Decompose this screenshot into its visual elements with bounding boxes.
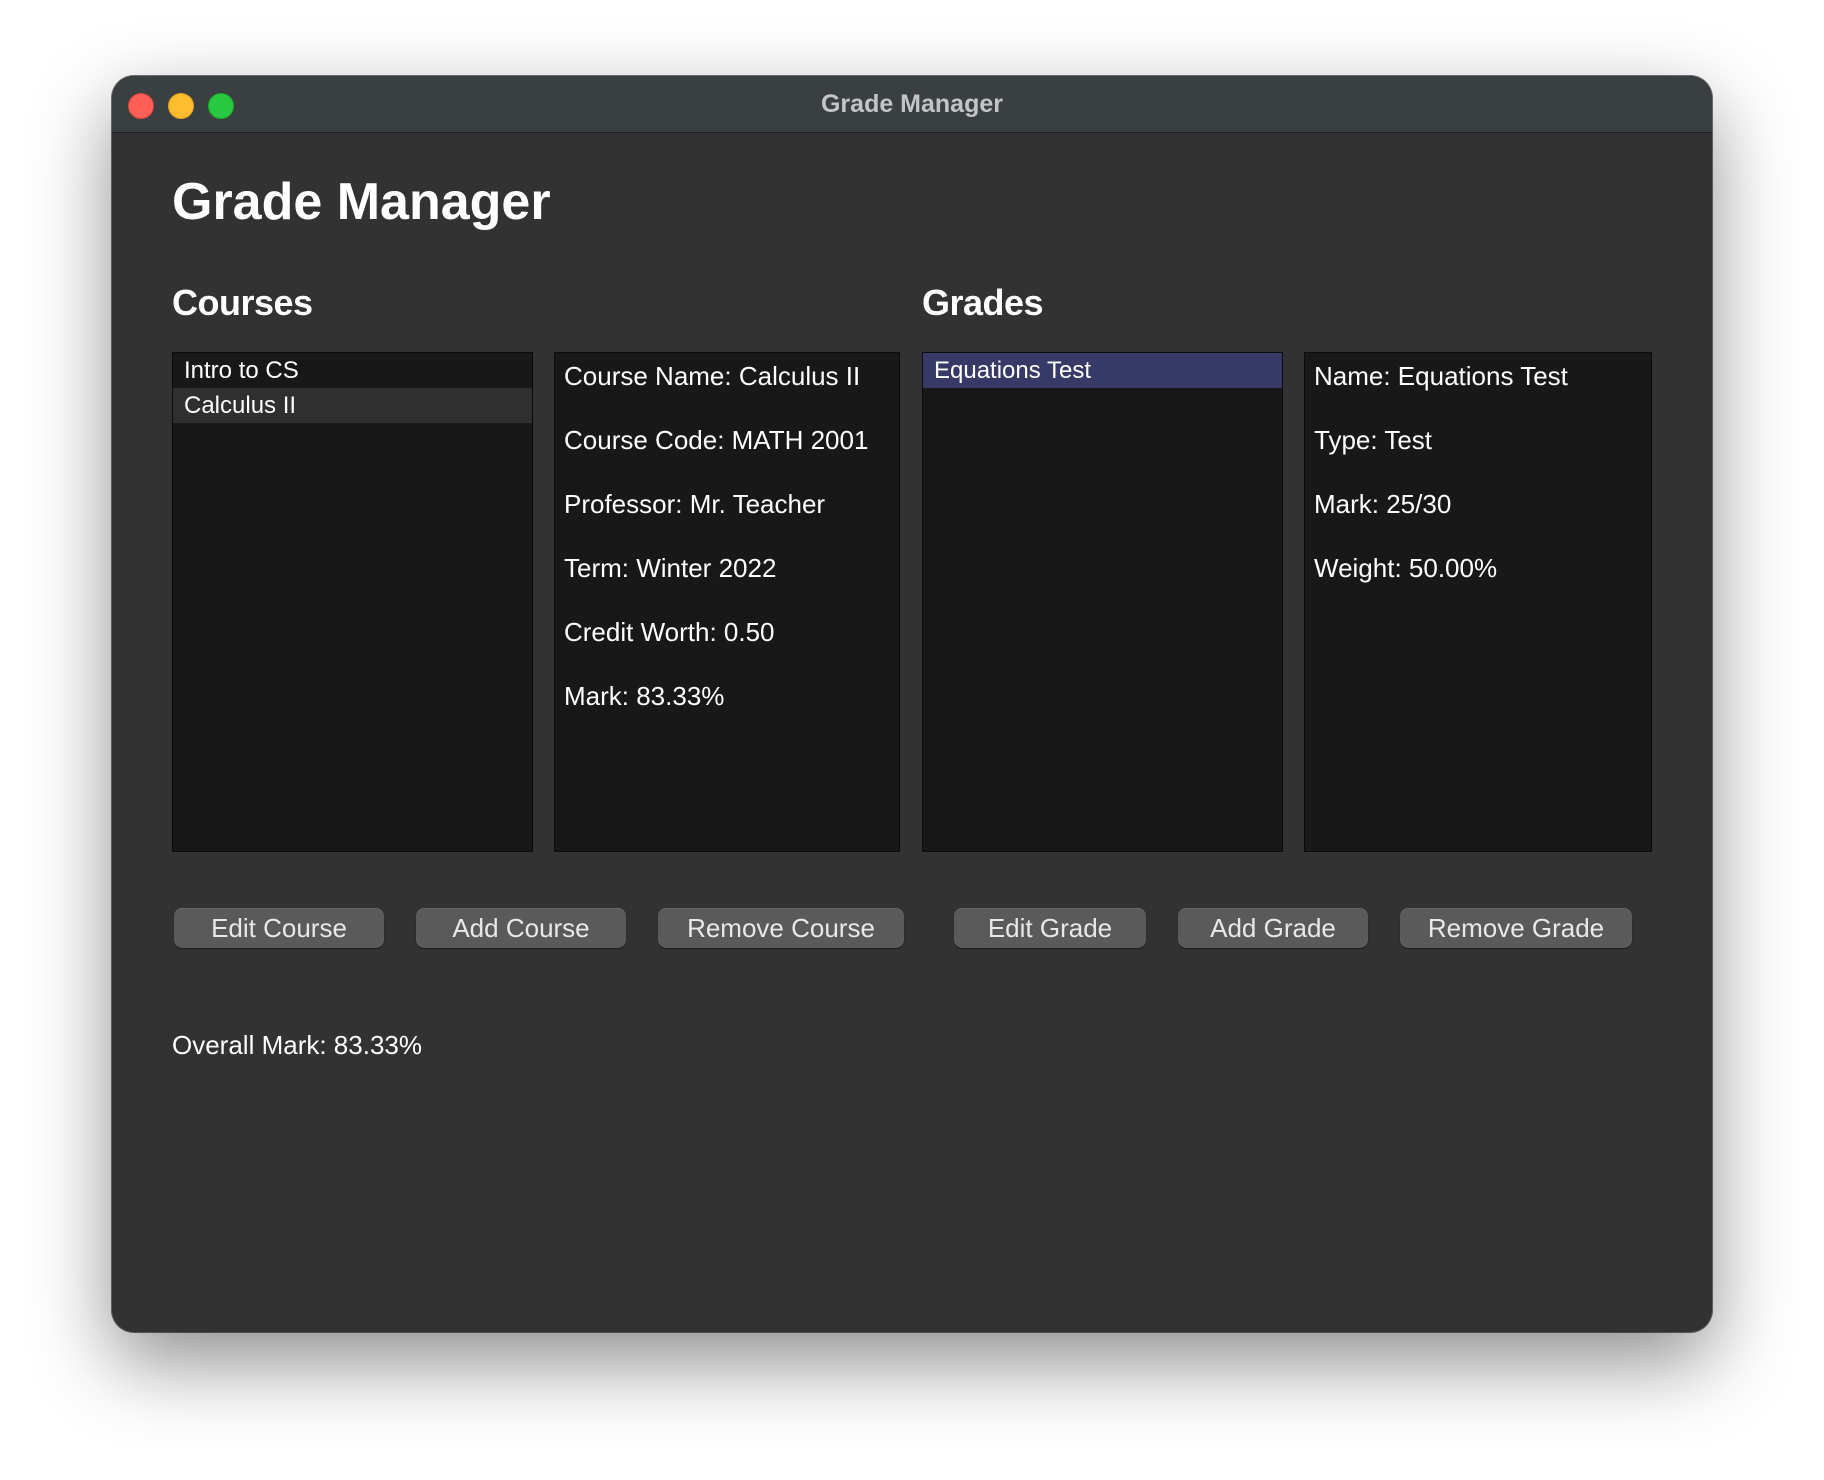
courses-heading: Courses <box>172 282 313 323</box>
overall-mark: Overall Mark: 83.33% <box>172 1030 422 1060</box>
edit-grade-button[interactable]: Edit Grade <box>954 908 1146 948</box>
grade-details-panel: Name: Equations Test Type: Test Mark: 25… <box>1304 352 1652 852</box>
zoom-window-button[interactable] <box>208 93 234 119</box>
grade-mark-detail: Mark: 25/30 <box>1314 489 1452 519</box>
course-list-item-selected[interactable]: Calculus II <box>173 388 532 423</box>
minimize-window-button[interactable] <box>168 93 194 119</box>
grade-list[interactable]: Equations Test <box>922 352 1283 852</box>
app-window: Grade Manager Grade Manager Courses Grad… <box>112 76 1712 1332</box>
remove-course-button[interactable]: Remove Course <box>658 908 904 948</box>
add-grade-button[interactable]: Add Grade <box>1178 908 1368 948</box>
course-term-detail: Term: Winter 2022 <box>564 553 777 583</box>
page-title: Grade Manager <box>172 173 551 231</box>
grade-weight-detail: Weight: 50.00% <box>1314 553 1498 583</box>
grade-list-item-selected[interactable]: Equations Test <box>923 353 1282 388</box>
course-credit-detail: Credit Worth: 0.50 <box>564 617 775 647</box>
course-professor-detail: Professor: Mr. Teacher <box>564 489 826 519</box>
grade-type-detail: Type: Test <box>1314 425 1433 455</box>
course-list-item[interactable]: Intro to CS <box>173 353 532 388</box>
close-window-button[interactable] <box>128 93 154 119</box>
grades-heading: Grades <box>922 282 1044 323</box>
course-code-detail: Course Code: MATH 2001 <box>564 425 869 455</box>
remove-grade-button[interactable]: Remove Grade <box>1400 908 1632 948</box>
title-bar[interactable]: Grade Manager <box>112 76 1712 133</box>
course-details-panel: Course Name: Calculus II Course Code: MA… <box>554 352 900 852</box>
add-course-button[interactable]: Add Course <box>416 908 626 948</box>
course-name-detail: Course Name: Calculus II <box>564 361 861 391</box>
edit-course-button[interactable]: Edit Course <box>174 908 384 948</box>
window-title: Grade Manager <box>820 90 1003 118</box>
course-mark-detail: Mark: 83.33% <box>564 681 725 711</box>
course-list[interactable]: Intro to CS Calculus II <box>172 352 533 852</box>
grade-name-detail: Name: Equations Test <box>1314 361 1568 391</box>
